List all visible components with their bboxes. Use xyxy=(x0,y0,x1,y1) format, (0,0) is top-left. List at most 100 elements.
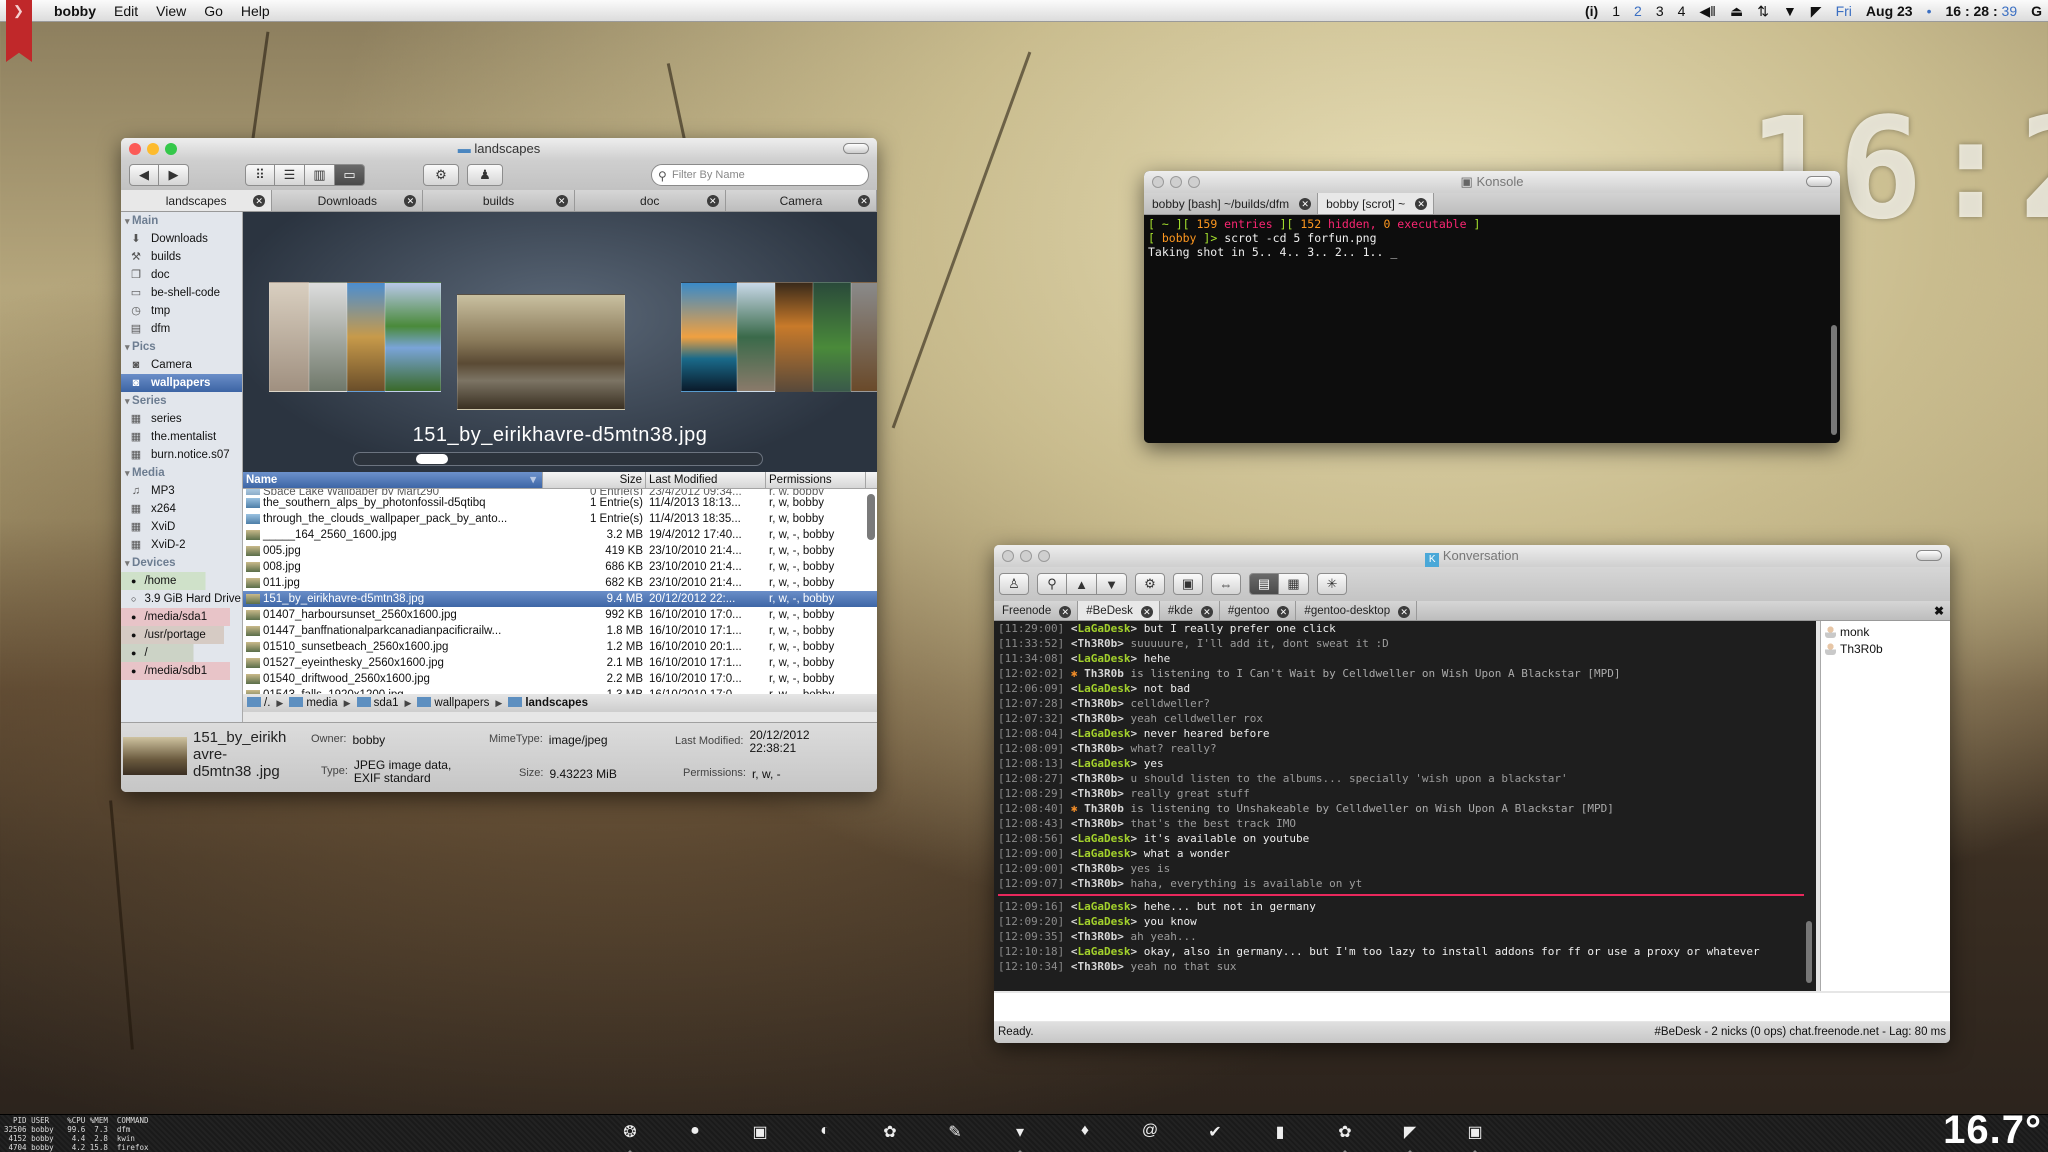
maximize-button[interactable] xyxy=(1038,550,1050,562)
close-tab-icon[interactable]: ✕ xyxy=(1398,606,1411,618)
message-nick[interactable]: <LaGaDesk> xyxy=(1071,945,1144,958)
find-prev-button[interactable]: ▲ xyxy=(1067,573,1097,595)
message-nick[interactable]: <Th3R0b> xyxy=(1071,817,1131,830)
tab-bedesk[interactable]: #BeDesk ✕ xyxy=(1078,601,1160,620)
file-row[interactable]: the_southern_alps_by_photonfossil-d5qtib… xyxy=(243,495,877,511)
network-icon[interactable]: ⇅ xyxy=(1757,3,1769,20)
toolbar-toggle-button[interactable] xyxy=(1916,550,1942,561)
sidebar-item-downloads[interactable]: ⬇ Downloads xyxy=(121,230,242,248)
file-row[interactable]: 01447_banffnationalparkcanadianpacificra… xyxy=(243,623,877,639)
palette-icon[interactable]: ✿ xyxy=(880,1122,900,1142)
user-button[interactable]: ♟ xyxy=(467,164,503,186)
tab-doc[interactable]: doc ✕ xyxy=(575,190,726,211)
cover-thumb[interactable] xyxy=(385,282,441,392)
message-nick[interactable]: <Th3R0b> xyxy=(1071,862,1131,875)
chat-log[interactable]: [11:29:00] <LaGaDesk> but I really prefe… xyxy=(994,621,1816,991)
settings-button[interactable]: ⚙ xyxy=(423,164,459,186)
terminal-scrollbar[interactable] xyxy=(1831,325,1837,435)
message-nick[interactable]: Th3R0b xyxy=(1084,667,1130,680)
maximize-button[interactable] xyxy=(165,143,177,155)
tab-camera[interactable]: Camera ✕ xyxy=(726,190,877,211)
find-next-button[interactable]: ▼ xyxy=(1097,573,1127,595)
browser-icon[interactable]: @ xyxy=(1140,1122,1160,1142)
sidebar-group-pics[interactable]: Pics xyxy=(121,338,242,356)
message-nick[interactable]: <Th3R0b> xyxy=(1071,877,1131,890)
coverflow-scrollbar[interactable] xyxy=(353,452,763,466)
notification-icon[interactable]: ◤ xyxy=(1811,3,1822,20)
column-size[interactable]: Size xyxy=(543,472,646,488)
breadcrumb-item[interactable]: /. xyxy=(247,697,270,709)
close-button[interactable] xyxy=(129,143,141,155)
icon-view-button[interactable]: ⠿ xyxy=(245,164,275,186)
message-nick[interactable]: <LaGaDesk> xyxy=(1071,652,1144,665)
coverflow-scroll-handle[interactable] xyxy=(416,454,448,464)
device-item[interactable]: ○ 3.9 GiB Hard Drive xyxy=(121,590,242,608)
message-input[interactable] xyxy=(994,993,1950,1021)
chat-scrollbar[interactable] xyxy=(1806,921,1812,983)
sidebar-item-xvid-2[interactable]: ▦ XviD-2 xyxy=(121,536,242,554)
sidebar-item-doc[interactable]: ❐ doc xyxy=(121,266,242,284)
sidebar-item-burn-notice-s07[interactable]: ▦ burn.notice.s07 xyxy=(121,446,242,464)
file-manager-icon[interactable]: ▣ xyxy=(750,1122,770,1142)
file-row[interactable]: _____164_2560_1600.jpg 3.2 MB 19/4/2012 17… xyxy=(243,527,877,543)
close-tab-icon[interactable]: ✕ xyxy=(1277,606,1290,618)
sidebar-group-main[interactable]: Main xyxy=(121,212,242,230)
file-row[interactable]: 01510_sunsetbeach_2560x1600.jpg 1.2 MB 16/… xyxy=(243,639,877,655)
message-nick[interactable]: <Th3R0b> xyxy=(1071,772,1131,785)
coverflow-view-button[interactable]: ▭ xyxy=(335,164,365,186)
notifications-button[interactable]: ✳ xyxy=(1317,573,1347,595)
cover-thumb[interactable] xyxy=(775,282,813,392)
tab-bash[interactable]: bobby [bash] ~/builds/dfm ✕ xyxy=(1144,193,1319,214)
clock-app-icon[interactable]: ◐ xyxy=(815,1122,835,1142)
device-item[interactable]: ● /media/sdb1 xyxy=(121,662,242,680)
sidebar-item-x264[interactable]: ▦ x264 xyxy=(121,500,242,518)
message-nick[interactable]: <LaGaDesk> xyxy=(1071,757,1144,770)
close-all-tabs-icon[interactable]: ✖ xyxy=(1934,601,1944,620)
nick-list-item[interactable]: monk xyxy=(1821,623,1950,640)
tab-gentoo[interactable]: #gentoo ✕ xyxy=(1220,601,1297,620)
message-nick[interactable]: <LaGaDesk> xyxy=(1071,915,1144,928)
cover-thumb[interactable] xyxy=(347,282,385,392)
breadcrumb-item[interactable]: landscapes xyxy=(508,697,588,709)
sidebar-item-dfm[interactable]: ▤ dfm xyxy=(121,320,242,338)
gimp-icon[interactable]: ● xyxy=(685,1122,705,1142)
sidebar-item-the-mentalist[interactable]: ▦ the.mentalist xyxy=(121,428,242,446)
power-icon[interactable]: G xyxy=(2031,3,2042,19)
file-row[interactable]: 01407_harboursunset_2560x1600.jpg 992 KB 1… xyxy=(243,607,877,623)
filter-input[interactable]: ⚲ Filter By Name xyxy=(651,164,869,186)
message-nick[interactable]: <Th3R0b> xyxy=(1071,742,1131,755)
column-last-modified[interactable]: Last Modified xyxy=(646,472,766,488)
cover-thumb[interactable] xyxy=(813,282,851,392)
message-nick[interactable]: <Th3R0b> xyxy=(1071,637,1131,650)
tab-builds[interactable]: builds ✕ xyxy=(423,190,575,211)
cover-thumb[interactable] xyxy=(737,282,775,392)
maximize-button[interactable] xyxy=(1188,176,1200,188)
coverflow-view[interactable]: 151_by_eirikhavre-d5mtn38.jpg xyxy=(243,212,877,472)
close-button[interactable] xyxy=(1152,176,1164,188)
sidebar-item-wallpapers[interactable]: ◙ wallpapers xyxy=(121,374,242,392)
menu-edit[interactable]: Edit xyxy=(114,3,138,19)
bookmark-ribbon-icon[interactable]: ❯ xyxy=(6,0,32,62)
sidebar-item-mp3[interactable]: ♫ MP3 xyxy=(121,482,242,500)
file-row[interactable]: 01527_eyeinthesky_2560x1600.jpg 2.1 MB 16/… xyxy=(243,655,877,671)
paint-icon[interactable]: ✿ xyxy=(1335,1122,1355,1152)
file-row[interactable]: through_the_clouds_wallpaper_pack_by_ant… xyxy=(243,511,877,527)
date-label[interactable]: Aug 23 xyxy=(1866,3,1913,19)
message-nick[interactable]: <LaGaDesk> xyxy=(1071,622,1144,635)
file-row[interactable]: 011.jpg 682 KB 23/10/2010 21:4... r, w, -, … xyxy=(243,575,877,591)
close-tab-icon[interactable]: ✕ xyxy=(1299,198,1312,210)
close-tab-icon[interactable]: ✕ xyxy=(1059,606,1072,618)
message-nick[interactable]: <Th3R0b> xyxy=(1071,697,1131,710)
close-tab-icon[interactable]: ✕ xyxy=(555,195,568,207)
column-permissions[interactable]: Permissions xyxy=(766,472,866,488)
cover-thumb[interactable] xyxy=(269,282,309,392)
message-nick[interactable]: <Th3R0b> xyxy=(1071,960,1131,973)
file-row[interactable]: 008.jpg 686 KB 23/10/2010 21:4... r, w, -, … xyxy=(243,559,877,575)
toolbar-toggle-button[interactable] xyxy=(1806,176,1832,187)
desktop-2[interactable]: 2 xyxy=(1634,3,1642,19)
cover-thumb[interactable] xyxy=(851,282,877,392)
file-row[interactable]: 01540_driftwood_2560x1600.jpg 2.2 MB 16/10… xyxy=(243,671,877,687)
device-item[interactable]: ● / xyxy=(121,644,242,662)
menu-help[interactable]: Help xyxy=(241,3,270,19)
sidebar-group-media[interactable]: Media xyxy=(121,464,242,482)
